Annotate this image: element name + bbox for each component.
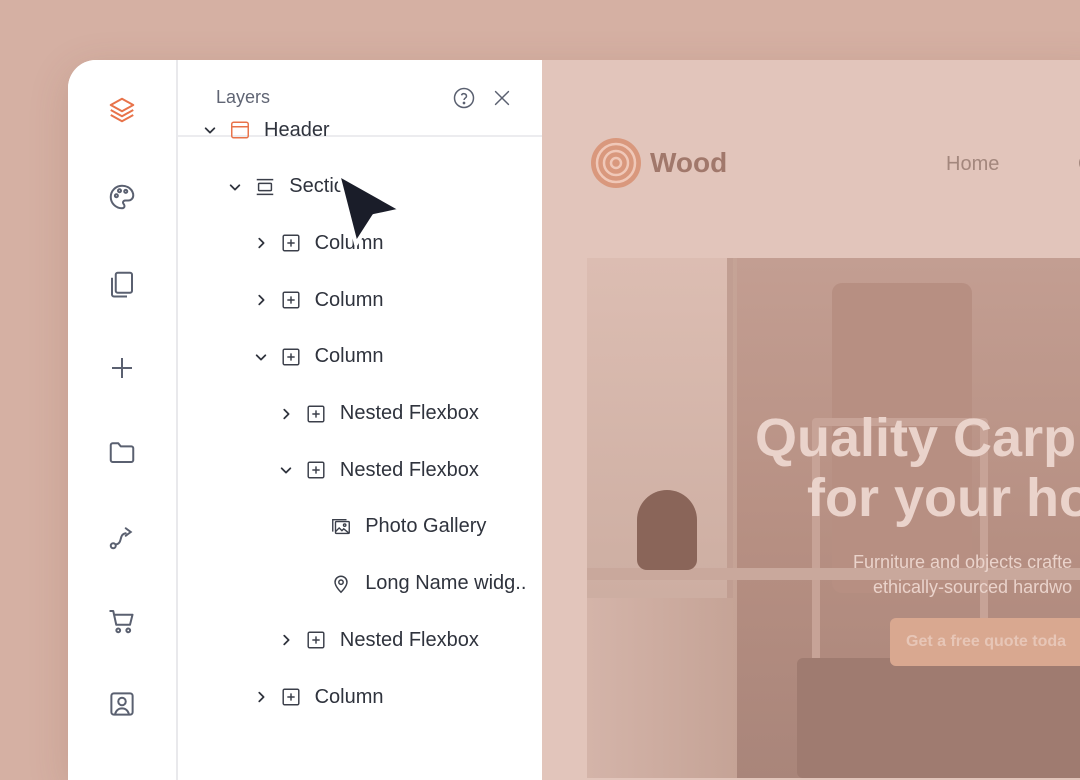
- tree-row-label: Nested Flexbox: [339, 458, 479, 481]
- close-button[interactable]: [488, 84, 516, 112]
- chevron-right-icon: [257, 238, 265, 249]
- chevron-down-icon: [280, 467, 292, 474]
- chevron-down-icon: [204, 127, 216, 134]
- help-button[interactable]: [450, 84, 478, 112]
- rail-users-button[interactable]: [102, 684, 142, 724]
- expand-toggle[interactable]: [253, 235, 269, 251]
- panel-title: Layers: [216, 87, 271, 107]
- pages-icon: [111, 271, 133, 298]
- collapse-toggle[interactable]: [202, 122, 218, 138]
- rail-layers-button[interactable]: [102, 90, 142, 130]
- hero-title: Quality Carp for your ho: [755, 408, 1080, 528]
- column-icon: [279, 685, 303, 709]
- expand-toggle[interactable]: [278, 632, 294, 648]
- user-card-icon: [110, 692, 134, 716]
- chevron-down-icon: [230, 184, 241, 191]
- hero-title-line-2: for your ho: [807, 468, 1080, 528]
- rail-styles-button[interactable]: [102, 177, 142, 217]
- layers-icon: [109, 97, 135, 123]
- route-icon: [109, 527, 133, 550]
- page-preview[interactable]: Wood Home C Quality Carp for your ho Fur…: [542, 60, 1080, 780]
- gallery-icon: [329, 515, 353, 539]
- section-icon: [253, 175, 277, 199]
- tree-row[interactable]: Column: [178, 280, 542, 320]
- rail-commerce-button[interactable]: [102, 601, 142, 641]
- folder-icon: [109, 442, 135, 463]
- column-icon: [279, 288, 303, 312]
- rail-add-button[interactable]: [102, 348, 142, 388]
- hero-subtitle-line-2: ethically-sourced hardwo: [873, 577, 1073, 597]
- tree-row-label: Header: [264, 118, 330, 141]
- flexbox-icon: [304, 458, 328, 482]
- tree-row[interactable]: Column: [178, 337, 542, 377]
- chevron-right-icon: [257, 691, 265, 703]
- collapse-toggle[interactable]: [227, 179, 243, 195]
- wood-rings-logo-icon: [591, 138, 641, 188]
- hero-title-line-1: Quality Carp: [755, 408, 1077, 468]
- flexbox-icon: [304, 402, 328, 426]
- tree-row-label: Photo Gallery: [365, 515, 487, 538]
- hero-section: Quality Carp for your ho Furniture and o…: [587, 258, 1080, 778]
- brand-logo[interactable]: Wood: [590, 137, 727, 189]
- tree-row-label: Column: [314, 345, 384, 368]
- quote-cta-button[interactable]: Get a free quote toda: [890, 618, 1080, 666]
- header-icon: [228, 118, 252, 142]
- tree-row-label: Nested Flexbox: [339, 628, 479, 651]
- layers-panel: Layers Header Section Column Column Column Ne…: [176, 60, 543, 780]
- chevron-right-icon: [283, 408, 290, 419]
- tree-row-label: Long Name widg..: [365, 572, 527, 595]
- hero-subtitle: Furniture and objects crafte ethically-s…: [853, 550, 1072, 600]
- tree-row[interactable]: Nested Flexbox: [178, 394, 542, 434]
- tree-row[interactable]: Header: [178, 110, 542, 150]
- hero-subtitle-line-1: Furniture and objects crafte: [853, 552, 1073, 572]
- tree-row[interactable]: Long Name widg..: [178, 564, 542, 604]
- hero-table: [797, 658, 1080, 778]
- tree-row-label: Nested Flexbox: [339, 402, 479, 424]
- palette-icon: [109, 184, 135, 210]
- hero-vase: [637, 490, 697, 570]
- chevron-right-icon: [257, 294, 265, 306]
- help-icon: [453, 87, 475, 109]
- tree-row[interactable]: Photo Gallery: [178, 507, 542, 547]
- column-icon: [279, 231, 303, 255]
- rail-flows-button[interactable]: [102, 517, 142, 557]
- tree-row-label: Column: [314, 685, 384, 708]
- tree-row[interactable]: Column: [178, 677, 542, 717]
- expand-toggle[interactable]: [253, 292, 269, 308]
- cart-icon: [109, 610, 134, 634]
- tree-row-label: Column: [314, 288, 384, 311]
- nav-home-link[interactable]: Home: [946, 153, 999, 176]
- tree-row[interactable]: Nested Flexbox: [178, 450, 542, 490]
- collapse-toggle[interactable]: [278, 462, 294, 478]
- column-icon: [279, 345, 303, 369]
- rail-pages-button[interactable]: [102, 264, 142, 304]
- app-window: Layers Header Section Column Column Column Ne…: [68, 60, 1080, 780]
- brand-name: Wood: [650, 147, 728, 178]
- rail-media-button[interactable]: [102, 432, 142, 472]
- chevron-down-icon: [255, 354, 266, 361]
- expand-toggle[interactable]: [253, 689, 269, 705]
- icon-rail: [68, 60, 177, 780]
- plus-icon: [112, 358, 132, 378]
- close-icon: [494, 90, 510, 106]
- location-pin-icon: [329, 572, 353, 596]
- tree-row[interactable]: Nested Flexbox: [178, 620, 542, 660]
- cursor-pointer-icon: [336, 172, 404, 246]
- expand-toggle[interactable]: [278, 406, 294, 422]
- collapse-toggle[interactable]: [253, 349, 269, 365]
- flexbox-icon: [304, 628, 328, 652]
- chevron-right-icon: [283, 635, 290, 646]
